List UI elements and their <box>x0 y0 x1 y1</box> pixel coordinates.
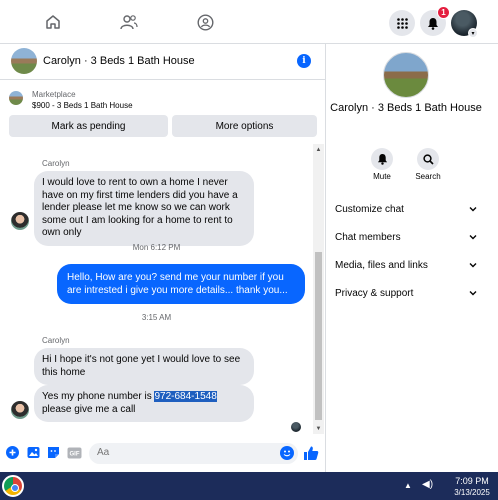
groups-icon[interactable] <box>193 10 217 34</box>
menu-label: Media, files and links <box>335 259 428 271</box>
sender-avatar[interactable] <box>11 212 29 230</box>
marketplace-thumbnail[interactable] <box>9 91 23 105</box>
menu-privacy-support[interactable]: Privacy & support <box>335 283 477 303</box>
marketplace-label: Marketplace <box>32 90 76 99</box>
scroll-thumb[interactable] <box>315 252 322 420</box>
chat-title[interactable]: Carolyn · 3 Beds 1 Bath House <box>43 55 195 67</box>
plus-circle-icon[interactable] <box>6 446 19 459</box>
message-list[interactable]: Carolyn I would love to rent to own a ho… <box>0 144 326 434</box>
message-timestamp: 3:15 AM <box>141 313 172 322</box>
more-options-button[interactable]: More options <box>172 115 317 137</box>
windows-taskbar: ▲ ◀) 7:09 PM 3/13/2025 <box>0 472 498 500</box>
mute-button[interactable] <box>371 148 393 170</box>
menu-grid-icon[interactable] <box>389 10 415 36</box>
thumbs-up-icon[interactable] <box>303 445 319 461</box>
notification-badge: 1 <box>437 6 450 19</box>
top-navigation: 1 ▾ <box>0 0 498 44</box>
seen-indicator-avatar <box>291 422 301 432</box>
sticker-icon[interactable] <box>47 446 60 459</box>
chevron-down-icon <box>469 291 477 296</box>
chevron-down-icon <box>469 207 477 212</box>
info-title: Carolyn · 3 Beds 1 Bath House <box>330 102 482 114</box>
clock-date[interactable]: 3/13/2025 <box>448 488 496 497</box>
message-composer: GIF <box>0 435 326 471</box>
chat-panel: Carolyn · 3 Beds 1 Bath House i Marketpl… <box>0 44 326 472</box>
menu-chat-members[interactable]: Chat members <box>335 227 477 247</box>
search-button[interactable] <box>417 148 439 170</box>
menu-label: Privacy & support <box>335 287 414 299</box>
clock-time[interactable]: 7:09 PM <box>448 476 496 486</box>
message-text: please give me a call <box>42 403 136 415</box>
listing-photo[interactable] <box>383 52 429 98</box>
bell-icon <box>377 153 387 165</box>
sender-name: Carolyn <box>42 336 70 345</box>
message-text: Yes my phone number is <box>42 391 155 402</box>
chevron-down-icon[interactable]: ▾ <box>468 28 478 38</box>
tray-expand-icon[interactable]: ▲ <box>404 481 412 490</box>
outgoing-message[interactable]: Hello, How are you? send me your number … <box>57 264 305 304</box>
photo-icon[interactable] <box>27 446 40 459</box>
scroll-down-arrow-icon[interactable]: ▼ <box>313 423 324 434</box>
volume-icon[interactable]: ◀) <box>422 479 433 490</box>
message-timestamp: Mon 6:12 PM <box>132 243 181 252</box>
incoming-message[interactable]: I would love to rent to own a home I nev… <box>34 171 254 246</box>
sender-avatar[interactable] <box>11 401 29 419</box>
emoji-icon[interactable] <box>280 446 294 460</box>
notifications-button[interactable]: 1 <box>420 6 450 36</box>
message-input-container <box>89 443 298 464</box>
info-icon[interactable]: i <box>297 54 311 68</box>
chat-header: Carolyn · 3 Beds 1 Bath House i <box>0 44 326 80</box>
mute-label: Mute <box>373 172 391 181</box>
sender-name: Carolyn <box>42 159 70 168</box>
bell-icon <box>428 17 438 30</box>
search-icon <box>422 153 434 165</box>
chrome-icon[interactable] <box>2 475 24 497</box>
gif-icon[interactable]: GIF <box>67 446 82 459</box>
incoming-message[interactable]: Hi I hope it's not gone yet I would love… <box>34 348 254 385</box>
marketplace-item[interactable]: $900 - 3 Beds 1 Bath House <box>32 101 133 110</box>
message-input[interactable] <box>97 447 267 458</box>
menu-customize-chat[interactable]: Customize chat <box>335 199 477 219</box>
selected-phone-number[interactable]: 972-684-1548 <box>154 391 217 402</box>
friends-icon[interactable] <box>117 10 141 34</box>
scroll-up-arrow-icon[interactable]: ▲ <box>313 144 324 155</box>
menu-media-files-links[interactable]: Media, files and links <box>335 255 477 275</box>
listing-thumbnail[interactable] <box>11 48 37 74</box>
search-label: Search <box>415 172 441 181</box>
scrollbar[interactable]: ▲ ▼ <box>313 144 324 434</box>
home-icon[interactable] <box>41 10 65 34</box>
chat-info-panel: Carolyn · 3 Beds 1 Bath House Mute Searc… <box>327 44 498 472</box>
svg-text:GIF: GIF <box>70 451 80 457</box>
menu-label: Chat members <box>335 231 401 243</box>
incoming-message[interactable]: Yes my phone number is 972-684-1548 plea… <box>34 385 254 422</box>
chevron-down-icon <box>469 235 477 240</box>
menu-label: Customize chat <box>335 203 404 215</box>
mark-as-pending-button[interactable]: Mark as pending <box>9 115 168 137</box>
chevron-down-icon <box>469 263 477 268</box>
